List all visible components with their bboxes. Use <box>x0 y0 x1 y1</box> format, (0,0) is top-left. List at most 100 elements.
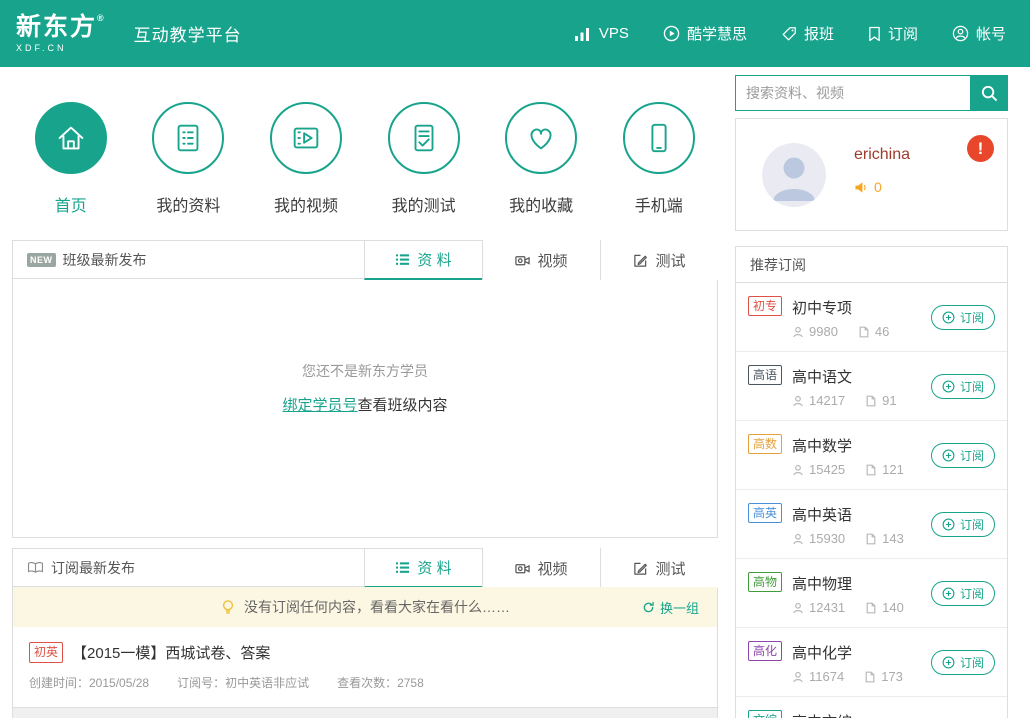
class-panel-header: NEW 班级最新发布 资 料 视频 测试 <box>13 241 717 279</box>
feed-item-title-row: 初英 【2015一模】西城试卷、答案 <box>29 642 701 663</box>
feed-panel-tabs: 资 料 视频 测试 <box>364 548 718 588</box>
search-bar <box>735 75 1008 111</box>
recommend-row: 文综 高中文综 订阅 <box>736 697 1007 718</box>
camera-tab-icon <box>515 253 530 268</box>
plus-circle-icon <box>942 449 955 462</box>
tab-videos[interactable]: 视频 <box>482 548 600 588</box>
tab-videos[interactable]: 视频 <box>482 240 600 280</box>
nav-label: VPS <box>599 25 629 42</box>
subscribe-button[interactable]: 订阅 <box>931 650 995 675</box>
sound-count-value: 0 <box>874 179 882 195</box>
user-count: 14217 <box>809 393 845 408</box>
subscription-latest-panel: 订阅最新发布 资 料 视频 测试 没有订阅任何内容，看看大家在看什么…… <box>12 548 718 718</box>
feed-list-item[interactable]: 初英 【2015一模】西城试卷、答案 创建时间：2015/05/28 订阅号：初… <box>13 627 717 691</box>
recommend-panel: 推荐订阅 初专 初中专项 9980 46 订阅 高语 高中语文 14217 91… <box>735 246 1008 718</box>
file-count: 143 <box>882 531 904 546</box>
recommend-row: 高语 高中语文 14217 91 订阅 <box>736 352 1007 421</box>
subscribe-button[interactable]: 订阅 <box>931 443 995 468</box>
username[interactable]: erichina <box>854 146 910 164</box>
nav-item-subscribe[interactable]: 订阅 <box>868 23 918 44</box>
feed-item-title[interactable]: 【2015一模】西城试卷、答案 <box>72 642 270 663</box>
bind-student-line: 绑定学员号查看班级内容 <box>13 394 717 415</box>
heart-icon <box>505 102 577 174</box>
bind-student-link[interactable]: 绑定学员号 <box>282 397 357 414</box>
recommend-name[interactable]: 高中语文 <box>792 366 852 387</box>
file-count: 91 <box>882 393 896 408</box>
tab-tests[interactable]: 测试 <box>600 548 718 588</box>
recommend-name[interactable]: 高中文综 <box>792 711 852 718</box>
created-time: 创建时间：2015/05/28 <box>29 674 149 691</box>
subject-badge: 初专 <box>748 296 782 316</box>
quicknav-my-favorites[interactable]: 我的收藏 <box>482 102 600 216</box>
feed-panel-title: 订阅最新发布 <box>27 558 135 578</box>
file-icon <box>858 326 870 338</box>
subscribe-button[interactable]: 订阅 <box>931 512 995 537</box>
quicknav-home[interactable]: 首页 <box>12 102 130 216</box>
alert-icon[interactable]: ! <box>967 135 994 162</box>
nav-item-kuxue[interactable]: 酷学慧思 <box>663 23 747 44</box>
nav-item-baoban[interactable]: 报班 <box>781 23 834 44</box>
search-button[interactable] <box>970 75 1008 111</box>
recommend-counts: 15425 121 <box>792 462 904 477</box>
subject-badge: 高化 <box>748 641 782 661</box>
recommend-row: 高物 高中物理 12431 140 订阅 <box>736 559 1007 628</box>
quicknav-my-videos[interactable]: 我的视频 <box>247 102 365 216</box>
avatar[interactable] <box>762 143 826 207</box>
subscribe-button[interactable]: 订阅 <box>931 581 995 606</box>
search-input[interactable] <box>735 75 970 111</box>
tab-tests[interactable]: 测试 <box>600 240 718 280</box>
nav-label: 酷学慧思 <box>687 23 747 44</box>
xdf-logo[interactable]: 新东方® XDF.CN <box>16 14 106 52</box>
nav-item-vps[interactable]: VPS <box>574 25 629 42</box>
recommend-counts: 15930 143 <box>792 531 904 546</box>
file-icon <box>864 671 876 683</box>
person-icon <box>792 671 804 683</box>
subscription-no: 订阅号：初中英语非应试 <box>177 674 309 691</box>
no-subscription-notice: 没有订阅任何内容，看看大家在看什么…… 换一组 <box>13 587 717 627</box>
file-icon <box>865 464 877 476</box>
nav-item-account[interactable]: 帐号 <box>952 23 1006 44</box>
recommend-row: 初专 初中专项 9980 46 订阅 <box>736 283 1007 352</box>
search-icon <box>980 84 999 103</box>
subscribe-label: 订阅 <box>960 654 984 671</box>
page: 新东方® XDF.CN 互动教学平台 VPS 酷学慧思 报班 订阅 <box>0 0 1030 718</box>
app-title: 互动教学平台 <box>134 21 242 46</box>
subject-badge: 高物 <box>748 572 782 592</box>
tab-materials[interactable]: 资 料 <box>364 548 482 588</box>
phone-icon <box>623 102 695 174</box>
recommend-name[interactable]: 高中化学 <box>792 642 852 663</box>
subscribe-button[interactable]: 订阅 <box>931 305 995 330</box>
subject-badge: 高语 <box>748 365 782 385</box>
recommend-name[interactable]: 初中专项 <box>792 297 852 318</box>
quicknav-my-tests[interactable]: 我的测试 <box>365 102 483 216</box>
class-latest-panel: NEW 班级最新发布 资 料 视频 测试 您还不是新东方学员 <box>12 240 718 538</box>
tab-label: 资 料 <box>417 249 451 270</box>
recommend-counts: 9980 46 <box>792 324 889 339</box>
header-nav: VPS 酷学慧思 报班 订阅 帐号 <box>574 23 1006 44</box>
user-count: 11674 <box>809 669 844 684</box>
user-card: erichina 0 ! <box>735 118 1008 231</box>
quicknav-label: 手机端 <box>635 192 683 216</box>
quicknav-label: 我的收藏 <box>509 192 573 216</box>
doc-list-icon <box>152 102 224 174</box>
quicknav-mobile[interactable]: 手机端 <box>600 102 718 216</box>
change-group-link[interactable]: 换一组 <box>642 587 699 627</box>
subject-badge: 高英 <box>748 503 782 523</box>
person-icon <box>792 533 804 545</box>
next-item-cutoff <box>13 707 717 718</box>
edit-tab-icon <box>633 253 648 268</box>
person-icon <box>792 326 804 338</box>
tab-materials[interactable]: 资 料 <box>364 240 482 280</box>
feed-panel-header: 订阅最新发布 资 料 视频 测试 <box>13 549 717 587</box>
notice-text: 没有订阅任何内容，看看大家在看什么…… <box>244 597 510 617</box>
class-panel-title: NEW 班级最新发布 <box>27 250 147 270</box>
recommend-name[interactable]: 高中英语 <box>792 504 852 525</box>
new-badge: NEW <box>27 253 56 267</box>
quicknav-label: 我的资料 <box>156 192 220 216</box>
recommend-name[interactable]: 高中数学 <box>792 435 852 456</box>
quicknav-my-materials[interactable]: 我的资料 <box>130 102 248 216</box>
logo-domain: XDF.CN <box>16 43 106 53</box>
refresh-icon <box>642 601 655 614</box>
subscribe-button[interactable]: 订阅 <box>931 374 995 399</box>
recommend-name[interactable]: 高中物理 <box>792 573 852 594</box>
